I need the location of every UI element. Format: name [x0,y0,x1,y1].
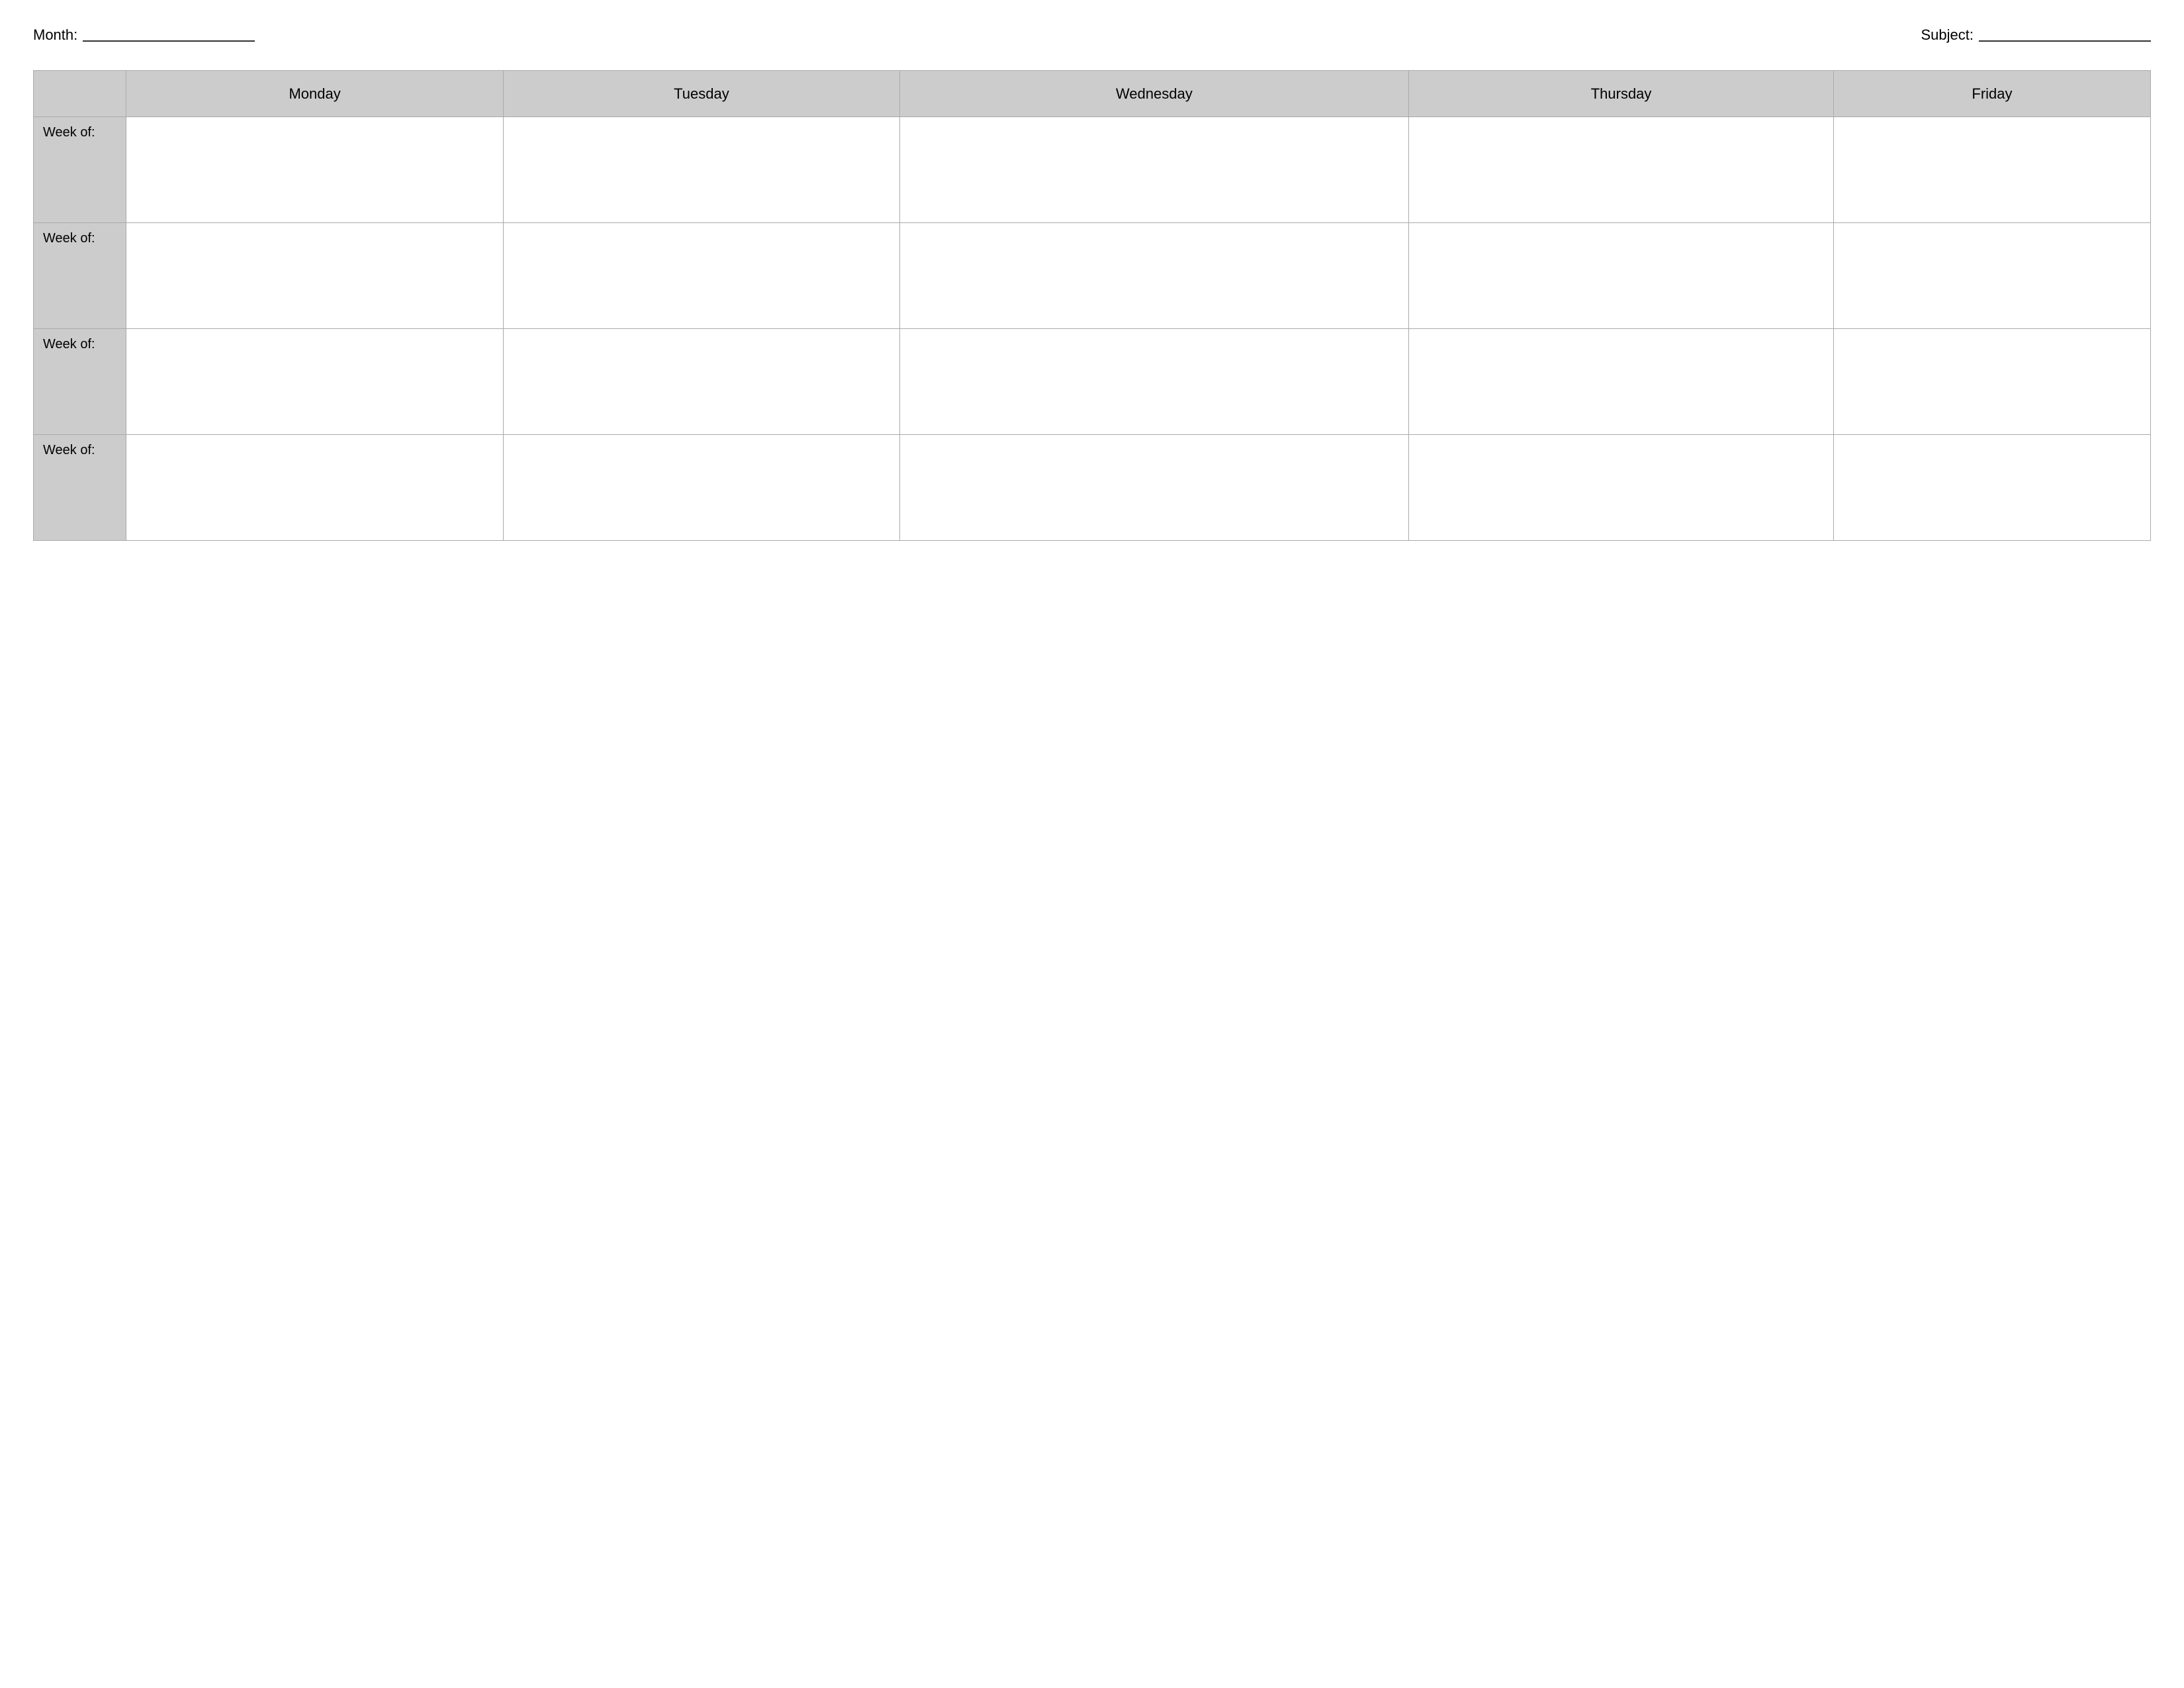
subject-input-line[interactable] [1979,28,2151,42]
week3-thursday-cell[interactable] [1409,329,1834,435]
week-label-3: Week of: [34,329,126,435]
week3-monday-cell[interactable] [126,329,504,435]
friday-header: Friday [1833,71,2150,117]
week4-friday-cell[interactable] [1833,435,2150,541]
calendar-table: Monday Tuesday Wednesday Thursday Friday… [33,70,2151,541]
thursday-header: Thursday [1409,71,1834,117]
week2-tuesday-cell[interactable] [504,223,899,329]
week3-friday-cell[interactable] [1833,329,2150,435]
week3-tuesday-cell[interactable] [504,329,899,435]
week2-wednesday-cell[interactable] [899,223,1409,329]
week3-wednesday-cell[interactable] [899,329,1409,435]
week4-thursday-cell[interactable] [1409,435,1834,541]
week2-monday-cell[interactable] [126,223,504,329]
week1-monday-cell[interactable] [126,117,504,223]
week4-wednesday-cell[interactable] [899,435,1409,541]
week1-tuesday-cell[interactable] [504,117,899,223]
table-row: Week of: [34,223,2151,329]
month-label: Month: [33,26,77,44]
table-row: Week of: [34,435,2151,541]
week-label-1: Week of: [34,117,126,223]
subject-label: Subject: [1921,26,1974,44]
header-row: Monday Tuesday Wednesday Thursday Friday [34,71,2151,117]
week1-friday-cell[interactable] [1833,117,2150,223]
page-header: Month: Subject: [33,26,2151,44]
week-label-2: Week of: [34,223,126,329]
wednesday-header: Wednesday [899,71,1409,117]
month-field: Month: [33,26,255,44]
week4-tuesday-cell[interactable] [504,435,899,541]
monday-header: Monday [126,71,504,117]
week4-monday-cell[interactable] [126,435,504,541]
week2-friday-cell[interactable] [1833,223,2150,329]
table-row: Week of: [34,329,2151,435]
tuesday-header: Tuesday [504,71,899,117]
week2-thursday-cell[interactable] [1409,223,1834,329]
week1-thursday-cell[interactable] [1409,117,1834,223]
subject-field: Subject: [1921,26,2152,44]
corner-header-cell [34,71,126,117]
month-input-line[interactable] [83,28,255,42]
table-row: Week of: [34,117,2151,223]
week-label-4: Week of: [34,435,126,541]
week1-wednesday-cell[interactable] [899,117,1409,223]
